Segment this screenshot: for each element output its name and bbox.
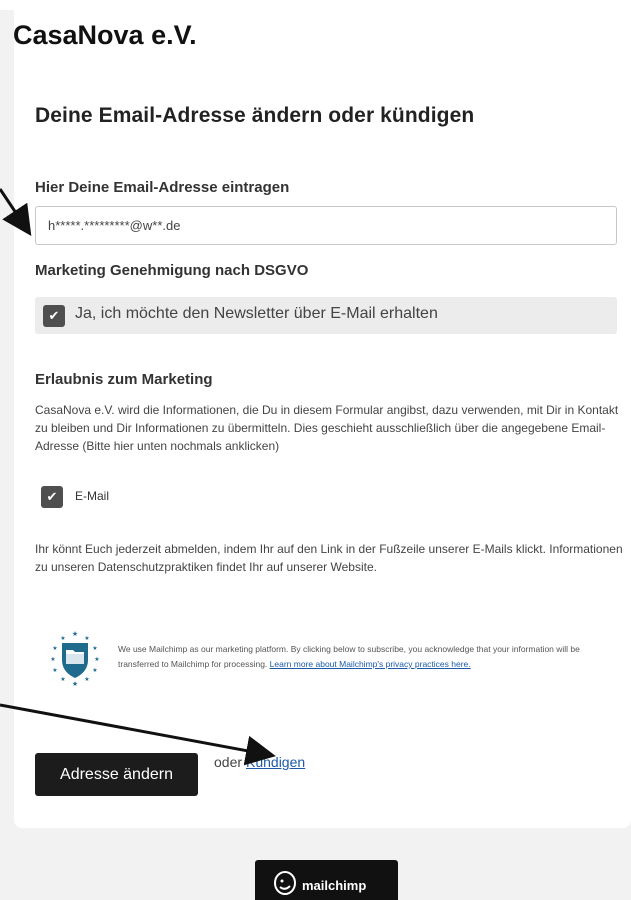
top-strip [0,0,631,10]
permission-heading: Erlaubnis zum Marketing [35,371,213,388]
svg-text:★: ★ [94,656,99,663]
mailchimp-notice: We use Mailchimp as our marketing platfo… [118,642,618,672]
svg-text:★: ★ [72,680,78,688]
or-text: oder [214,754,243,770]
permission-text: CasaNova e.V. wird die Informationen, di… [35,403,619,453]
email-checkbox[interactable]: ✔ [41,486,63,508]
cancel-link[interactable]: Kündigen [246,754,305,770]
svg-text:★: ★ [60,676,65,683]
mailchimp-privacy-link[interactable]: Learn more about Mailchimp's privacy pra… [270,659,471,669]
marketing-permission-label: Marketing Genehmigung nach DSGVO [35,262,309,279]
newsletter-checkbox[interactable]: ✔ [43,305,65,327]
mailchimp-logo-icon [274,871,296,895]
mailchimp-badge-text: mailchimp [302,878,367,893]
shield-folder-icon: ★ ★ ★ ★ ★ ★ ★ ★ ★ ★ ★ ★ [50,630,99,688]
checkmark-icon: ✔ [46,489,58,504]
svg-text:★: ★ [84,635,89,642]
svg-text:★: ★ [60,635,65,642]
unsubscribe-info: Ihr könnt Euch jederzeit abmelden, indem… [35,542,623,574]
email-label: Hier Deine Email-Adresse eintragen [35,179,290,196]
checkmark-icon: ✔ [48,308,60,323]
svg-text:★: ★ [52,645,57,652]
svg-text:★: ★ [72,630,78,638]
newsletter-option[interactable]: ✔ Ja, ich möchte den Newsletter über E-M… [35,297,617,334]
newsletter-option-label: Ja, ich möchte den Newsletter über E-Mai… [75,305,438,322]
svg-text:★: ★ [52,667,57,674]
email-field[interactable] [35,206,617,245]
form-heading: Deine Email-Adresse ändern oder kündigen [35,104,475,127]
svg-text:★: ★ [50,656,55,663]
svg-text:★: ★ [92,667,97,674]
mailchimp-badge[interactable]: mailchimp [255,860,398,900]
org-title: CasaNova e.V. [13,20,197,50]
svg-text:★: ★ [92,645,97,652]
svg-text:★: ★ [84,676,89,683]
change-address-button[interactable]: Adresse ändern [35,753,198,796]
email-option-label: E-Mail [75,489,110,503]
